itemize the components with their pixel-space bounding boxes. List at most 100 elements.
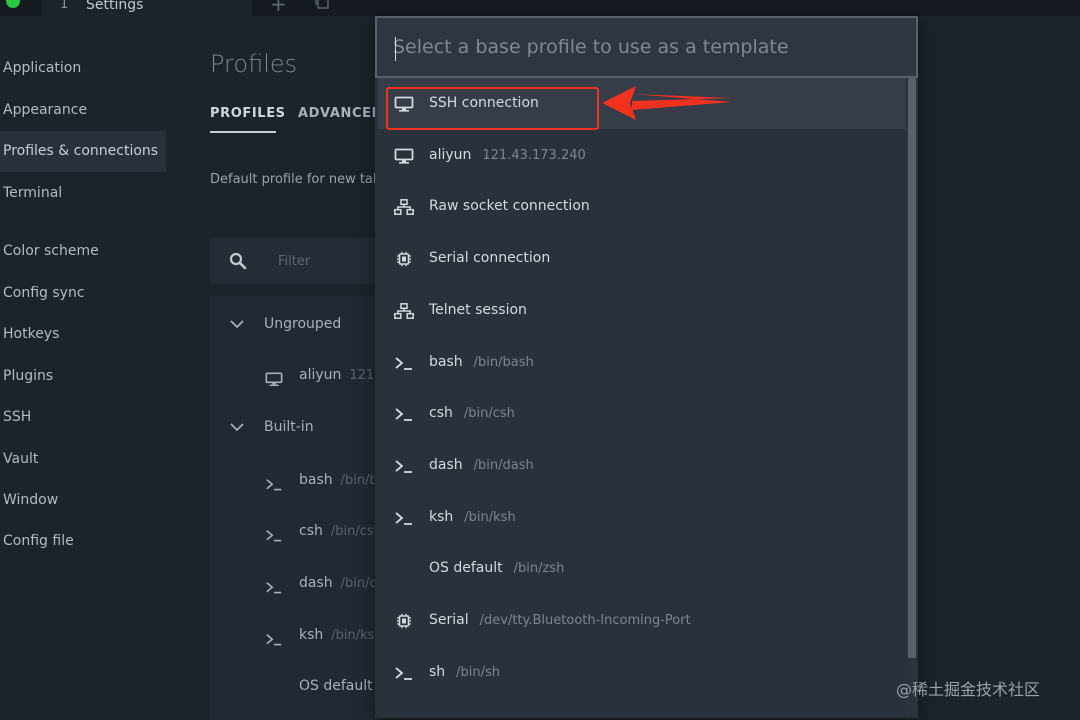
option-label: dash (429, 456, 463, 473)
terminal-prompt-icon (394, 406, 414, 422)
option-detail: /bin/csh (463, 406, 515, 422)
profile-row[interactable]: bash/bin/bash (265, 465, 375, 495)
sidebar-item-vault[interactable]: Vault (0, 439, 166, 480)
sidebar-item-hotkeys[interactable]: Hotkeys (0, 314, 166, 355)
sidebar-item-profiles-connections[interactable]: Profiles & connections (0, 131, 166, 172)
template-search-box (375, 16, 918, 78)
option-label: OS default (429, 560, 503, 577)
terminal-prompt-icon (394, 510, 414, 526)
sidebar-item-plugins[interactable]: Plugins (0, 356, 166, 397)
terminal-prompt-icon (265, 472, 283, 491)
profile-row-label: bash (299, 472, 333, 488)
chip-icon (394, 251, 414, 267)
template-option-csh[interactable]: csh/bin/csh (378, 388, 906, 439)
profile-template-picker: SSH connection aliyun 121.43.173.240 Raw so… (375, 16, 918, 718)
sidebar-item-config-file[interactable]: Config file (0, 521, 166, 562)
terminal-prompt-icon (265, 575, 283, 594)
text-caret (395, 37, 396, 61)
duplicate-window-icon[interactable] (314, 0, 330, 10)
popup-scrollbar[interactable] (906, 78, 916, 718)
template-option-aliyun[interactable]: aliyun 121.43.173.240 (378, 130, 906, 181)
search-icon (229, 252, 247, 270)
chip-icon (394, 613, 414, 629)
option-label: SSH connection (429, 95, 539, 111)
profile-row[interactable]: ksh/bin/ksh (265, 620, 375, 650)
watermark: @稀土掘金技术社区 (896, 680, 1041, 699)
sidebar-item-color-scheme[interactable]: Color scheme (0, 231, 166, 272)
settings-sidebar: Application Appearance Profiles & connecti… (0, 16, 168, 720)
profile-row-detail: /bin/csh (330, 524, 375, 539)
network-icon (394, 199, 414, 216)
option-detail: /bin/dash (473, 457, 534, 473)
sidebar-item-ssh[interactable]: SSH (0, 397, 166, 438)
template-option-serial-connection[interactable]: Serial connection (378, 233, 906, 284)
template-option-telnet-session[interactable]: Telnet session (378, 285, 906, 336)
window-close-dot[interactable] (6, 0, 20, 8)
template-option-ssh-connection[interactable]: SSH connection (378, 78, 906, 129)
option-label: Serial connection (429, 250, 551, 267)
profile-row-label: dash (299, 575, 333, 591)
tab-title: Settings (86, 0, 144, 13)
default-profile-label: Default profile for new tab (210, 172, 382, 187)
tab-index: 1 (60, 0, 69, 12)
profile-row[interactable]: OS default (265, 671, 375, 701)
sidebar-item-config-sync[interactable]: Config sync (0, 273, 166, 314)
option-label: aliyun (429, 146, 472, 163)
sidebar-item-application[interactable]: Application (0, 48, 166, 89)
tab-profiles[interactable]: PROFILES (210, 106, 286, 121)
tab-advanced[interactable]: ADVANCED (298, 106, 383, 121)
tab-settings[interactable] (42, 0, 252, 16)
chevron-down-icon (230, 423, 244, 432)
new-tab-plus-icon[interactable]: + (270, 0, 287, 16)
template-search-input[interactable] (393, 30, 903, 64)
page-title: Profiles (210, 50, 298, 78)
option-label: sh (429, 663, 446, 680)
scrollbar-thumb[interactable] (908, 78, 916, 658)
option-label: Telnet session (429, 301, 527, 318)
profile-row[interactable]: dash/bin/dash (265, 568, 375, 598)
template-option-dash[interactable]: dash/bin/dash (378, 440, 906, 491)
profile-row-label: ksh (299, 627, 324, 643)
sidebar-item-terminal[interactable]: Terminal (0, 173, 166, 214)
template-option-serial[interactable]: Serial/dev/tty.Bluetooth-Incoming-Port (378, 595, 906, 646)
template-option-sh[interactable]: sh/bin/sh (378, 647, 906, 698)
group-label: Built-in (264, 419, 314, 435)
option-label: ksh (429, 508, 454, 525)
profile-row-detail: /bin/bash (340, 473, 375, 488)
monitor-icon (394, 148, 414, 164)
sidebar-item-window[interactable]: Window (0, 480, 166, 521)
chevron-down-icon (230, 320, 244, 329)
option-detail: 121.43.173.240 (482, 147, 586, 163)
option-label: Serial (429, 612, 469, 628)
terminal-prompt-icon (394, 665, 414, 681)
filter-input[interactable] (278, 250, 374, 272)
template-option-bash[interactable]: bash/bin/bash (378, 337, 906, 388)
network-icon (394, 302, 414, 319)
profile-row-detail: /bin/ksh (331, 628, 375, 643)
profile-row[interactable]: aliyun 121.43.173.240 (265, 360, 375, 390)
option-label: Raw socket connection (429, 198, 590, 215)
monitor-icon (394, 96, 414, 112)
option-detail: /bin/zsh (513, 561, 565, 577)
profile-row-label: OS default (299, 678, 373, 694)
template-option-ksh[interactable]: ksh/bin/ksh (378, 492, 906, 543)
monitor-icon (265, 367, 283, 386)
option-detail: /bin/ksh (464, 509, 516, 525)
option-detail: /dev/tty.Bluetooth-Incoming-Port (479, 613, 691, 628)
active-tab-indicator (210, 131, 276, 133)
terminal-prompt-icon (265, 627, 283, 646)
template-option-raw-socket-connection[interactable]: Raw socket connection (378, 181, 906, 232)
profile-row-label: csh (299, 523, 323, 539)
template-option-os-default[interactable]: OS default/bin/zsh (378, 543, 906, 594)
option-label: bash (429, 353, 463, 370)
group-label: Ungrouped (264, 316, 342, 332)
terminal-prompt-icon (394, 355, 414, 371)
title-bar: 1 Settings + (0, 0, 1080, 16)
profile-row-detail: 121.43.173.240 (349, 368, 375, 383)
option-detail: /bin/bash (473, 354, 534, 370)
option-detail: /bin/sh (456, 664, 501, 680)
profile-row[interactable]: csh/bin/csh (265, 516, 375, 546)
profile-row-label: aliyun (299, 367, 342, 383)
sidebar-item-appearance[interactable]: Appearance (0, 90, 166, 131)
profile-row-detail: /bin/dash (340, 576, 375, 591)
